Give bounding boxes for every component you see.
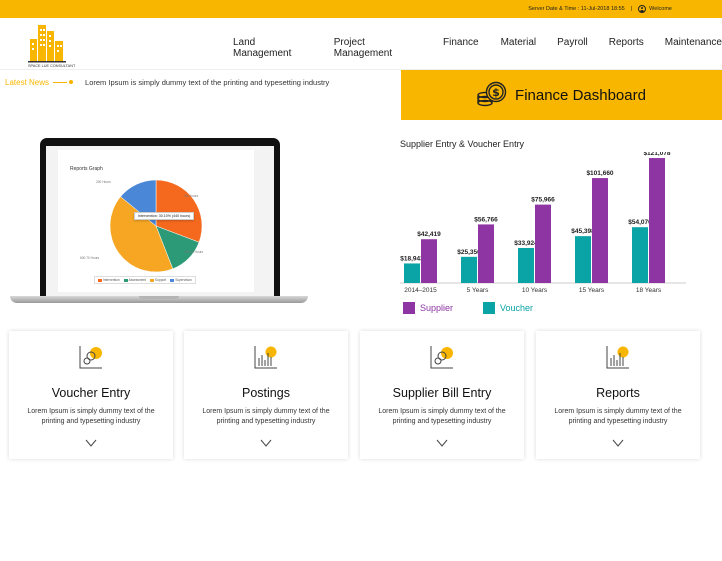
card-supplier-bill-entry[interactable]: Supplier Bill Entry Lorem Ipsum is simpl… (360, 331, 524, 459)
bar-value-label: $101,660 (586, 170, 613, 177)
bar-value-label: $56,766 (474, 216, 498, 223)
card-description: Lorem Ipsum is simply dummy text of the … (27, 408, 155, 425)
bar-supplier-0[interactable] (421, 239, 437, 283)
legend-supplier[interactable]: Supplier (403, 302, 453, 314)
bar-value-label: $18,943 (400, 255, 424, 262)
bar-value-label: $25,350 (457, 249, 481, 256)
bar-value-label: $54,070 (628, 219, 652, 226)
pie-legend-support: Support (150, 278, 166, 282)
bar-value-label: $121,078 (643, 152, 670, 157)
bar-value-label: $42,419 (417, 231, 441, 238)
bar-chart-icon (254, 346, 277, 369)
pie-label-top-right: 440 hours (184, 194, 199, 198)
finance-dashboard-banner: $ Finance Dashboard (401, 70, 722, 120)
bar-voucher-3[interactable] (575, 236, 591, 283)
bar-voucher-2[interactable] (518, 247, 534, 283)
card-description: Lorem Ipsum is simply dummy text of the … (554, 408, 682, 425)
finance-dashboard-title: Finance Dashboard (515, 86, 646, 104)
bar-supplier-2[interactable] (535, 204, 551, 283)
header: SPACE LUE CONSULTANT Land Management Pro… (0, 18, 722, 70)
company-name: SPACE LUE CONSULTANT (28, 64, 76, 68)
pie-legend-supervision: Supervision (170, 278, 192, 282)
latest-news-label: Latest News (5, 77, 50, 87)
card-title: Voucher Entry (51, 386, 131, 400)
building-logo-icon (28, 25, 66, 63)
nav-project-management[interactable]: Project Management (334, 37, 422, 59)
nav-maintenance[interactable]: Maintenance (665, 37, 722, 59)
svg-text:$: $ (492, 86, 500, 99)
pie-legend: Intervention Assessment Support Supervis… (94, 276, 196, 284)
voucher-icon (79, 346, 102, 369)
bar-value-label: $75,966 (531, 197, 555, 204)
pie-label-top-left: 200 Hours (96, 180, 111, 184)
latest-news: Latest News Lorem Ipsum is simply dummy … (5, 76, 329, 88)
x-tick-label: 18 Years (636, 287, 662, 294)
bar-supplier-3[interactable] (592, 178, 608, 283)
card-title: Postings (242, 386, 290, 400)
user-icon[interactable] (638, 5, 647, 13)
bar-supplier-1[interactable] (478, 224, 494, 283)
pie-tooltip: Intervention: 30.10% (440 hours) (134, 212, 195, 220)
x-tick-label: 10 Years (522, 287, 548, 294)
voucher-icon (430, 346, 453, 369)
bar-chart-title: Supplier Entry & Voucher Entry (400, 139, 525, 149)
nav-finance[interactable]: Finance (443, 37, 479, 59)
top-bar-separator: | (630, 6, 633, 12)
bar-voucher-1[interactable] (461, 256, 477, 283)
laptop-notch (139, 296, 179, 299)
bar-chart-legend: Supplier Voucher (403, 302, 563, 314)
card-title: Reports (596, 386, 640, 400)
pie-legend-intervention: Intervention (98, 278, 120, 282)
company-logo[interactable]: SPACE LUE CONSULTANT (28, 21, 75, 68)
pie-legend-assessment: Assessment (123, 278, 146, 282)
top-bar: Server Date & Time : 11-Jul-2018 18:55 |… (0, 0, 722, 18)
laptop-bezel: Reports Graph 200 Hours 440 hours 190.50… (40, 138, 280, 298)
legend-voucher[interactable]: Voucher (483, 302, 533, 314)
chevron-down-icon[interactable] (260, 439, 272, 447)
legend-voucher-swatch (483, 302, 496, 314)
bar-value-label: $33,924 (514, 240, 538, 247)
news-ticker-text[interactable]: Lorem Ipsum is simply dummy text of the … (85, 78, 329, 87)
x-tick-label: 5 Years (467, 287, 489, 294)
pie-label-right: 190.50 Hours (184, 250, 204, 254)
x-tick-label: 2014–2015 (404, 287, 437, 294)
laptop-screen: Reports Graph 200 Hours 440 hours 190.50… (46, 146, 274, 296)
card-postings[interactable]: Postings Lorem Ipsum is simply dummy tex… (184, 331, 348, 459)
bar-supplier-4[interactable] (649, 158, 665, 283)
nav-payroll[interactable]: Payroll (557, 37, 588, 59)
news-arrow-line (53, 81, 68, 83)
card-voucher-entry[interactable]: Voucher Entry Lorem Ipsum is simply dumm… (9, 331, 173, 459)
chevron-down-icon[interactable] (85, 439, 97, 447)
welcome-link[interactable]: Welcome (649, 6, 672, 12)
bar-voucher-0[interactable] (404, 263, 420, 283)
card-description: Lorem Ipsum is simply dummy text of the … (378, 408, 506, 425)
card-reports[interactable]: Reports Lorem Ipsum is simply dummy text… (536, 331, 700, 459)
card-title: Supplier Bill Entry (392, 386, 492, 400)
supplier-voucher-bar-chart: $18,943 $42,419 2014–2015 $25,350 $56,766 5 Y… (400, 152, 686, 294)
coins-dollar-icon: $ (477, 81, 507, 107)
bar-voucher-4[interactable] (632, 227, 648, 283)
nav-reports[interactable]: Reports (609, 37, 644, 59)
nav-material[interactable]: Material (501, 37, 537, 59)
chevron-down-icon[interactable] (436, 439, 448, 447)
bar-chart-icon (606, 346, 629, 369)
server-date-time: Server Date & Time : 11-Jul-2018 18:55 (528, 6, 625, 12)
nav-land-management[interactable]: Land Management (233, 37, 313, 59)
reports-pie-chart[interactable] (58, 150, 254, 292)
main-nav: Land Management Project Management Finan… (233, 37, 722, 59)
chevron-down-icon[interactable] (612, 439, 624, 447)
legend-supplier-swatch (403, 302, 415, 314)
pie-label-bottom-left: 600.70 Hours (80, 256, 100, 260)
card-description: Lorem Ipsum is simply dummy text of the … (202, 408, 330, 425)
news-dot (69, 80, 74, 84)
x-tick-label: 15 Years (579, 287, 605, 294)
bar-value-label: $45,398 (571, 228, 595, 235)
reports-graph-panel: Reports Graph 200 Hours 440 hours 190.50… (58, 150, 254, 292)
laptop-mockup: Reports Graph 200 Hours 440 hours 190.50… (10, 136, 308, 306)
